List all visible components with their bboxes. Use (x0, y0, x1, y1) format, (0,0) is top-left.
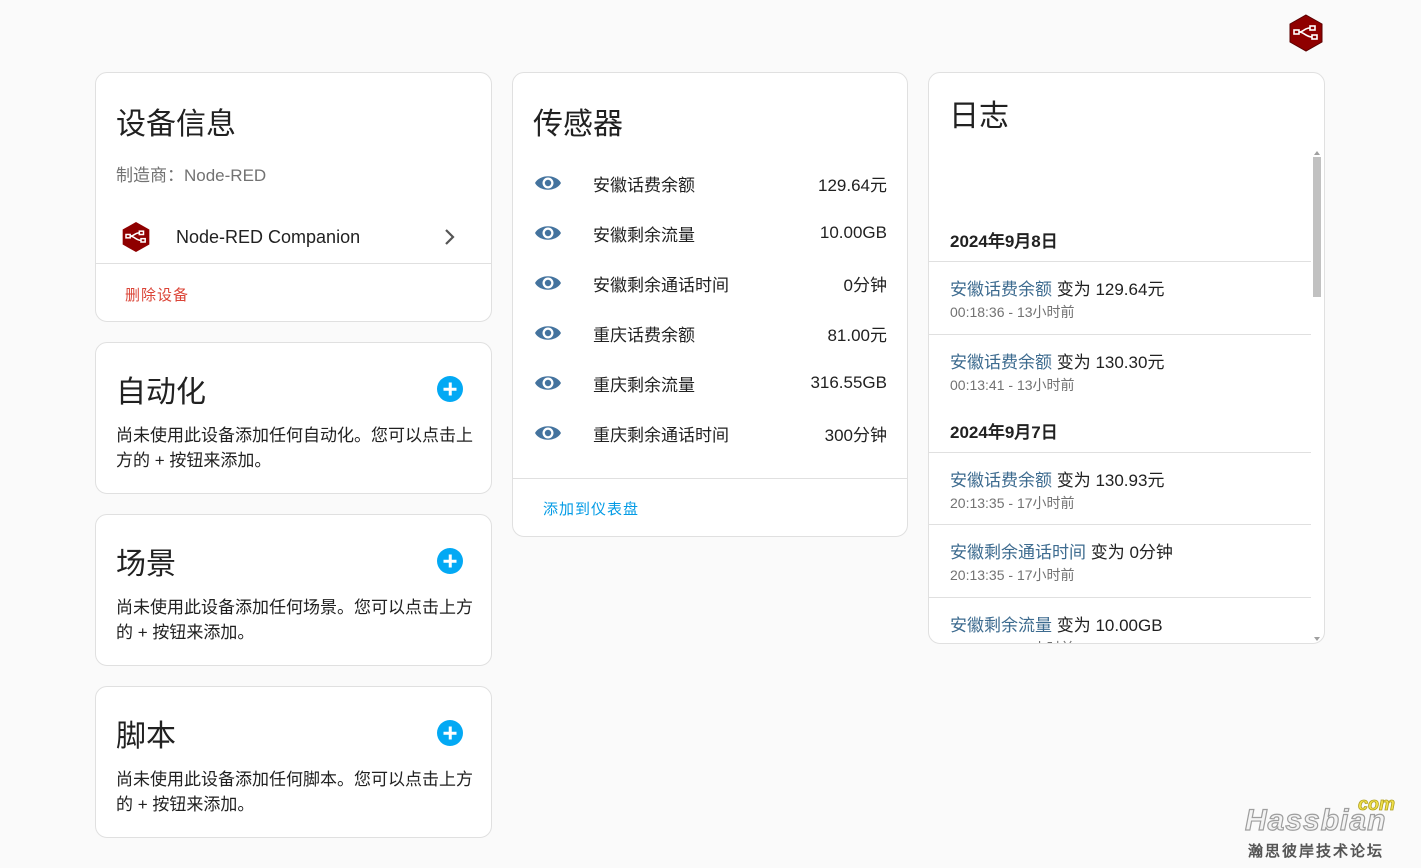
watermark-suffix: com (1358, 794, 1396, 815)
sensor-name: 安徽剩余通话时间 (593, 275, 729, 295)
sensor-row[interactable]: 重庆剩余通话时间 300分钟 (513, 408, 907, 458)
sensor-name: 重庆剩余流量 (593, 375, 695, 395)
logbook-entry-message: 安徽话费余额 变为 130.93元 (950, 466, 1164, 491)
sensor-row[interactable]: 安徽剩余流量 10.00GB (513, 208, 907, 258)
logbook-change-text: 变为 10.00GB (1052, 616, 1163, 635)
watermark-subtitle: 瀚思彼岸技术论坛 (1248, 843, 1385, 860)
eye-icon (533, 372, 563, 394)
logbook-change-text: 变为 130.93元 (1052, 471, 1165, 490)
sensor-row[interactable]: 安徽话费余额 129.64元 (513, 158, 907, 208)
device-info-title: 设备信息 (116, 108, 236, 141)
sensor-value: 129.64元 (818, 175, 887, 195)
logbook-entity-link[interactable]: 安徽话费余额 (950, 280, 1052, 299)
hassbian-watermark: Hassbian com 瀚思彼岸技术论坛 (1243, 794, 1403, 862)
automation-card: 自动化 尚未使用此设备添加任何自动化。您可以点击上方的 + 按钮来添加。 (95, 342, 492, 494)
logbook-entry: 安徽话费余额 变为 129.64元 00:18:36 - 13小时前 (929, 261, 1311, 334)
scene-title: 场景 (116, 548, 176, 581)
logbook-change-text: 变为 129.64元 (1052, 280, 1165, 299)
logbook-entry-time: 00:18:36 - 13小时前 (950, 304, 1075, 320)
logbook-entry: 安徽剩余通话时间 变为 0分钟 20:13:35 - 17小时前 (929, 524, 1311, 597)
chevron-right-icon (445, 229, 455, 245)
logbook-entry-time: 20:13:35 - 17小时前 (950, 567, 1075, 583)
sensor-value: 10.00GB (819, 223, 887, 242)
node-red-logo-icon (1289, 14, 1323, 52)
logbook-card: 日志 2024年9月8日 安徽话费余额 变为 129.64元 00:18:36 - … (928, 72, 1325, 644)
logbook-entry-time: 20:13:35 - 17小时前 (950, 638, 1075, 643)
logbook-scrollbar[interactable] (1313, 151, 1321, 641)
logbook-entity-link[interactable]: 安徽剩余流量 (950, 616, 1052, 635)
scroll-down-arrow[interactable] (1314, 637, 1320, 641)
add-to-dashboard-button[interactable]: 添加到仪表盘 (543, 498, 639, 519)
logbook-entry: 安徽话费余额 变为 130.93元 20:13:35 - 17小时前 (929, 452, 1311, 525)
logbook-entry-message: 安徽剩余流量 变为 10.00GB (950, 611, 1163, 636)
manufacturer-text: 制造商：Node-RED (116, 166, 267, 185)
logbook-entry-time: 20:13:35 - 17小时前 (950, 495, 1075, 511)
logbook-entry: 安徽话费余额 变为 130.30元 00:13:41 - 13小时前 (929, 334, 1311, 407)
companion-label: Node-RED Companion (176, 226, 361, 247)
divider (96, 263, 491, 264)
logbook-date-header: 2024年9月7日 (950, 423, 1058, 442)
add-automation-button[interactable] (437, 376, 463, 402)
companion-integration-row[interactable]: Node-RED Companion (96, 211, 491, 263)
script-description: 尚未使用此设备添加任何脚本。您可以点击上方的 + 按钮来添加。 (116, 770, 473, 814)
automation-title: 自动化 (116, 376, 206, 409)
logbook-entity-link[interactable]: 安徽话费余额 (950, 353, 1052, 372)
eye-icon (533, 222, 563, 244)
automation-description: 尚未使用此设备添加任何自动化。您可以点击上方的 + 按钮来添加。 (116, 426, 473, 470)
eye-icon (533, 172, 563, 194)
add-script-button[interactable] (437, 720, 463, 746)
script-card: 脚本 尚未使用此设备添加任何脚本。您可以点击上方的 + 按钮来添加。 (95, 686, 492, 838)
device-info-card: 设备信息 制造商：Node-RED Node-RED Companion 删除设… (95, 72, 492, 322)
delete-device-button[interactable]: 删除设备 (125, 284, 189, 305)
logbook-entry-message: 安徽话费余额 变为 129.64元 (950, 275, 1164, 300)
eye-icon (533, 272, 563, 294)
logbook-entry-time: 00:13:41 - 13小时前 (950, 377, 1075, 393)
sensor-row[interactable]: 重庆剩余流量 316.55GB (513, 358, 907, 408)
sensor-name: 安徽剩余流量 (593, 225, 695, 245)
logbook-entry-message: 安徽剩余通话时间 变为 0分钟 (950, 538, 1173, 563)
sensor-value: 300分钟 (824, 425, 887, 445)
sensor-name: 重庆剩余通话时间 (593, 425, 729, 445)
add-scene-button[interactable] (437, 548, 463, 574)
sensor-name: 重庆话费余额 (593, 325, 695, 345)
sensors-card: 传感器 安徽话费余额 129.64元安徽剩余流量 10.00GB 安徽剩余通话时间 0分… (512, 72, 908, 537)
sensor-row[interactable]: 重庆话费余额 81.00元 (513, 308, 907, 358)
logbook-entry-message: 安徽话费余额 变为 130.30元 (950, 348, 1164, 373)
scene-description: 尚未使用此设备添加任何场景。您可以点击上方的 + 按钮来添加。 (116, 598, 473, 642)
logbook-change-text: 变为 0分钟 (1086, 543, 1173, 562)
scene-card: 场景 尚未使用此设备添加任何场景。您可以点击上方的 + 按钮来添加。 (95, 514, 492, 666)
logbook-title: 日志 (949, 100, 1009, 133)
scroll-thumb[interactable] (1313, 157, 1321, 297)
logbook-entity-link[interactable]: 安徽话费余额 (950, 471, 1052, 490)
eye-icon (533, 422, 563, 444)
sensor-name: 安徽话费余额 (593, 175, 695, 195)
sensor-value: 0分钟 (843, 275, 887, 295)
logbook-change-text: 变为 130.30元 (1052, 353, 1165, 372)
divider (513, 478, 907, 479)
node-red-logo-icon (122, 222, 150, 252)
logbook-entry: 安徽剩余流量 变为 10.00GB 20:13:35 - 17小时前 (929, 597, 1311, 643)
sensor-row[interactable]: 安徽剩余通话时间 0分钟 (513, 258, 907, 308)
sensors-title: 传感器 (533, 108, 623, 141)
eye-icon (533, 322, 563, 344)
logbook-date-header: 2024年9月8日 (950, 232, 1058, 251)
logbook-entity-link[interactable]: 安徽剩余通话时间 (950, 543, 1086, 562)
sensor-value: 316.55GB (810, 373, 887, 392)
sensor-value: 81.00元 (827, 325, 887, 345)
logbook-list[interactable]: 2024年9月8日 安徽话费余额 变为 129.64元 00:18:36 - 13小… (929, 145, 1311, 643)
scroll-up-arrow[interactable] (1314, 151, 1320, 155)
script-title: 脚本 (116, 720, 176, 753)
